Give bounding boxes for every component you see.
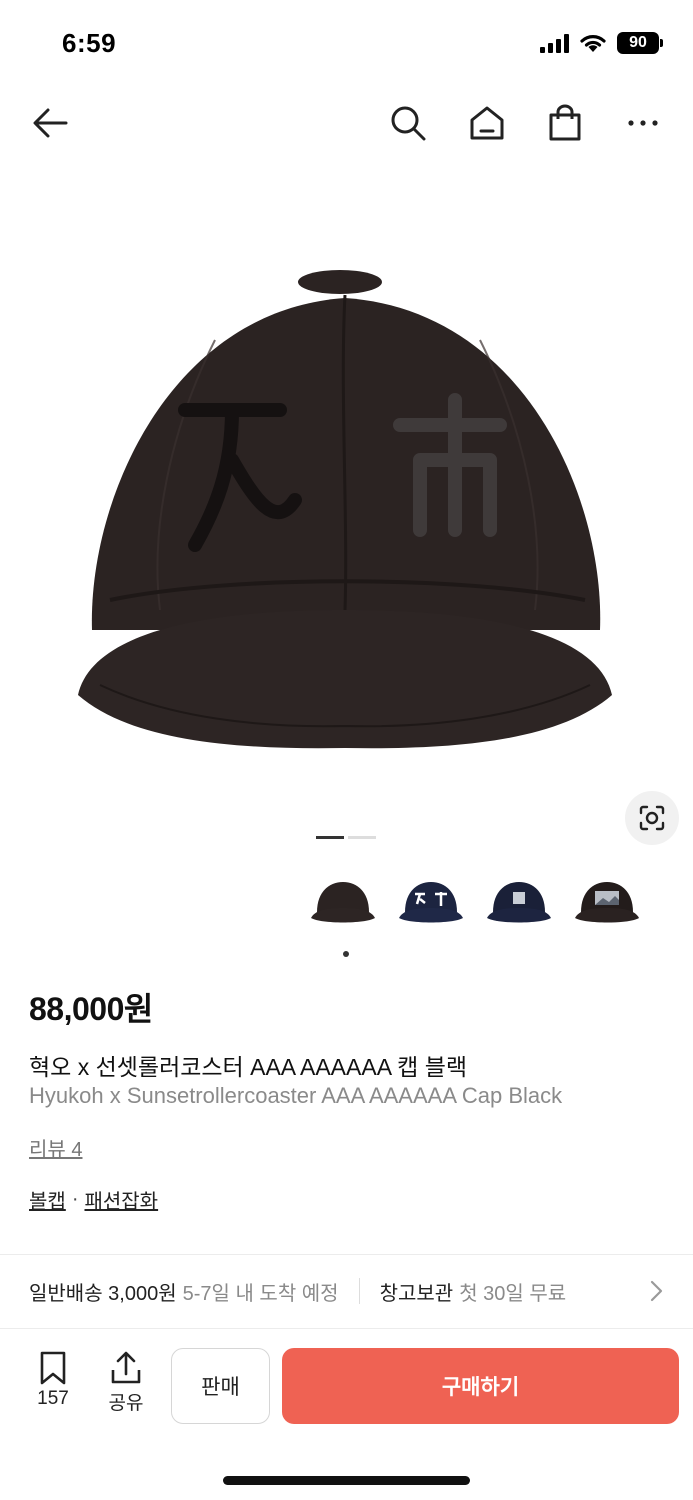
- product-price: 88,000원: [29, 991, 153, 1027]
- storage-label: 창고보관: [379, 1282, 454, 1305]
- shipping-eta: 5-7일 내 도착 예정: [182, 1282, 339, 1305]
- thumbnail-selected-dot: [343, 951, 349, 957]
- image-pager: [316, 836, 376, 839]
- storage-note: 첫 30일 무료: [459, 1282, 567, 1305]
- thumbnail-list: [307, 866, 643, 938]
- bookmark-icon: [40, 1351, 66, 1385]
- more-button[interactable]: [619, 95, 667, 151]
- review-link[interactable]: 리뷰 4: [29, 1133, 82, 1162]
- shipping-method: 일반배송 3,000원: [29, 1282, 177, 1305]
- sell-button[interactable]: 판매: [171, 1348, 270, 1424]
- wifi-icon: [580, 35, 606, 52]
- buy-button[interactable]: 구매하기: [282, 1348, 679, 1424]
- category-link-ballcap[interactable]: 볼캡: [29, 1185, 66, 1214]
- status-time: 6:59: [62, 28, 117, 58]
- product-title-korean: 혁오 x 선셋롤러코스터 AAA AAAAAA 캡 블랙: [29, 1054, 468, 1080]
- bookmark-count: 157: [37, 1388, 69, 1409]
- category-separator: ·: [71, 1188, 79, 1210]
- bookmark-button[interactable]: 157: [28, 1350, 78, 1410]
- signal-icon: [540, 33, 569, 53]
- home-button[interactable]: [463, 95, 511, 151]
- shopping-bag-icon: [549, 104, 581, 141]
- bottom-action-bar: 157 공유 판매 구매하기: [0, 1340, 693, 1430]
- thumbnail-navy-cap[interactable]: [395, 866, 467, 938]
- cart-button[interactable]: [541, 95, 589, 151]
- thumbnail-image: [487, 882, 551, 923]
- category-breadcrumb: 볼캡 · 패션잡화: [29, 1185, 158, 1214]
- shipping-separator: [358, 1278, 360, 1304]
- status-icons: 90: [540, 32, 663, 54]
- thumbnail-black-photo-cap[interactable]: [571, 866, 643, 938]
- thumbnail-image: [575, 882, 639, 923]
- search-button[interactable]: [384, 95, 432, 151]
- home-indicator: [223, 1476, 470, 1485]
- thumbnail-navy-photo-cap[interactable]: [483, 866, 555, 938]
- nav-bar: [0, 95, 693, 155]
- search-icon: [391, 106, 426, 141]
- divider: [0, 1328, 693, 1329]
- share-icon: [111, 1351, 141, 1384]
- image-search-button[interactable]: [625, 791, 679, 845]
- battery-icon: 90: [617, 32, 663, 54]
- thumbnail-image: [399, 882, 463, 923]
- product-image[interactable]: [0, 170, 693, 810]
- back-button[interactable]: [26, 95, 74, 151]
- pager-segment-active: [316, 836, 344, 839]
- share-button[interactable]: 공유: [101, 1350, 151, 1415]
- shipping-info-row[interactable]: 일반배송 3,000원 5-7일 내 도착 예정 창고보관 첫 30일 무료: [0, 1255, 693, 1327]
- thumbnail-black-cap[interactable]: [307, 866, 379, 938]
- pager-segment: [348, 836, 376, 839]
- category-link-fashion-goods[interactable]: 패션잡화: [84, 1185, 158, 1214]
- cap-image: [78, 270, 612, 749]
- arrow-left-icon: [33, 108, 68, 138]
- chevron-right-icon: [650, 1280, 663, 1302]
- home-icon: [470, 106, 504, 140]
- thumbnail-image: [311, 882, 375, 923]
- share-label: 공유: [108, 1393, 144, 1414]
- product-title-english: Hyukoh x Sunsetrollercoaster AAA AAAAAA …: [29, 1083, 563, 1108]
- more-icon: [628, 120, 658, 126]
- status-bar: 6:59 90: [0, 0, 693, 90]
- lens-icon: [639, 805, 665, 831]
